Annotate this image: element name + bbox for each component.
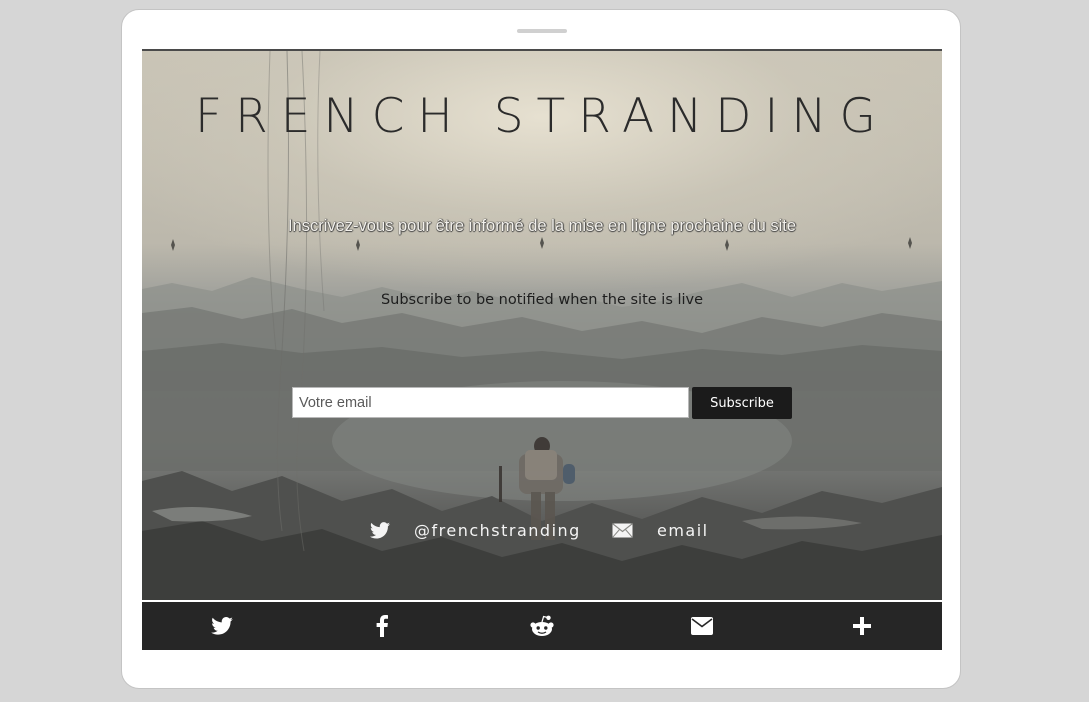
tablet-frame: FRENCH STRANDING Inscrivez-vous pour êtr… [121, 9, 961, 689]
share-email-button[interactable] [622, 602, 782, 650]
envelope-icon [691, 617, 713, 635]
email-link[interactable]: email [612, 521, 709, 540]
share-more-button[interactable] [782, 602, 942, 650]
twitter-link[interactable]: @frenchstranding [370, 521, 581, 540]
email-label: email [657, 521, 709, 540]
share-facebook-button[interactable] [302, 602, 462, 650]
social-links: @frenchstranding email [142, 521, 942, 545]
subscribe-button[interactable]: Subscribe [692, 387, 792, 419]
twitter-icon [370, 522, 390, 539]
share-twitter-button[interactable] [142, 602, 302, 650]
share-reddit-button[interactable] [462, 602, 622, 650]
facebook-icon [376, 615, 388, 637]
twitter-icon [211, 617, 233, 635]
subtitle-french: Inscrivez-vous pour être informé de la m… [287, 217, 797, 235]
page-title: FRENCH STRANDING [195, 89, 889, 144]
hero-section: FRENCH STRANDING Inscrivez-vous pour êtr… [142, 49, 942, 600]
subtitle-english: Subscribe to be notified when the site i… [380, 292, 704, 308]
plus-icon [853, 617, 871, 635]
twitter-handle: @frenchstranding [414, 521, 581, 540]
device-handle [517, 29, 567, 33]
reddit-icon [530, 615, 554, 637]
email-input[interactable] [292, 387, 689, 418]
share-bar [142, 602, 942, 650]
envelope-icon [612, 523, 633, 538]
